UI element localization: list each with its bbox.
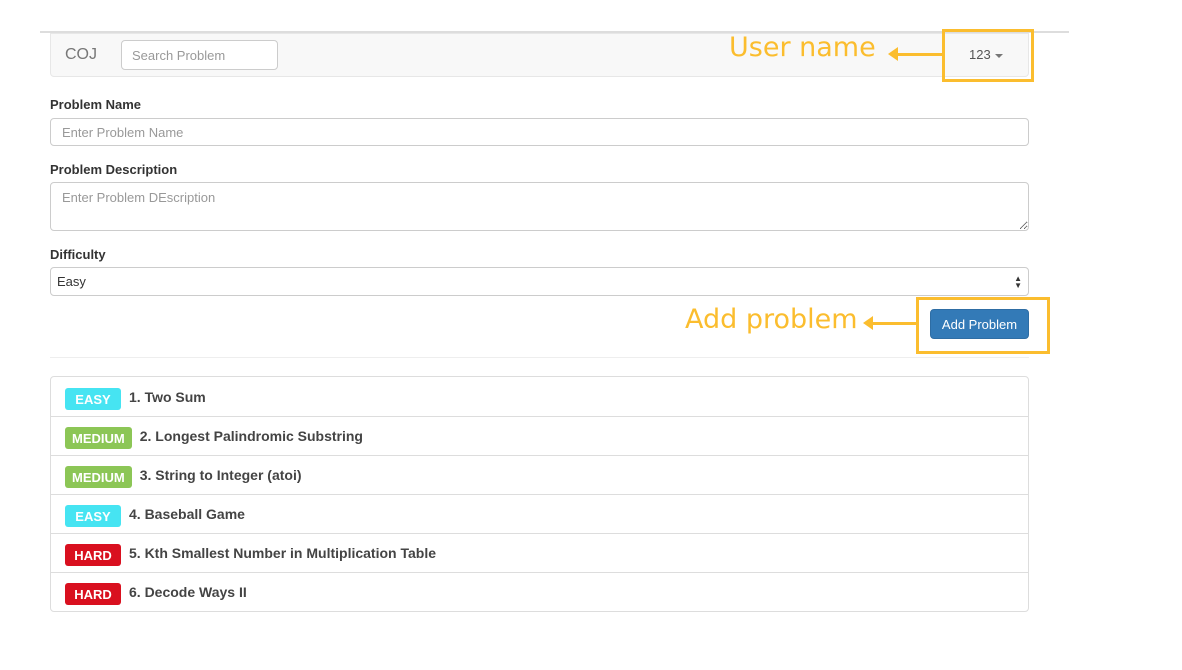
problem-title[interactable]: 2. Longest Palindromic Substring — [140, 428, 363, 444]
difficulty-badge: EASY — [65, 387, 121, 410]
annotation-highlight-box — [916, 297, 1050, 354]
problem-list: EASY 1. Two Sum MEDIUM 2. Longest Palindrom… — [50, 376, 1029, 612]
problem-row[interactable]: EASY 1. Two Sum — [51, 377, 1028, 416]
navbar: COJ 123 — [50, 33, 1029, 77]
annotation-user-name: User name — [729, 32, 876, 63]
problem-row[interactable]: MEDIUM 3. String to Integer (atoi) — [51, 455, 1028, 494]
difficulty-label: Difficulty — [50, 247, 106, 262]
problem-title[interactable]: 6. Decode Ways II — [129, 584, 247, 600]
problem-row[interactable]: EASY 4. Baseball Game — [51, 494, 1028, 533]
annotation-add-problem: Add problem — [685, 304, 858, 335]
problem-name-label: Problem Name — [50, 97, 142, 112]
difficulty-badge: MEDIUM — [65, 466, 132, 488]
problem-description-input[interactable] — [50, 182, 1029, 231]
problem-title[interactable]: 4. Baseball Game — [129, 506, 245, 522]
select-arrows-icon: ▲ ▼ — [1014, 273, 1022, 290]
problem-description-label: Problem Description — [50, 162, 178, 177]
difficulty-badge: HARD — [65, 583, 121, 605]
problem-row[interactable]: MEDIUM 2. Longest Palindromic Substring — [51, 416, 1028, 455]
annotation-arrow-icon — [863, 316, 916, 330]
difficulty-badge: MEDIUM — [65, 427, 132, 449]
difficulty-badge: HARD — [65, 544, 121, 566]
difficulty-select[interactable]: Easy ▲ ▼ — [50, 267, 1029, 296]
difficulty-badge: EASY — [65, 505, 121, 527]
annotation-arrow-icon — [888, 47, 942, 61]
search-input[interactable] — [121, 40, 278, 70]
divider — [50, 357, 1029, 358]
problem-name-input[interactable] — [50, 118, 1029, 146]
problem-title[interactable]: 5. Kth Smallest Number in Multiplication… — [129, 545, 436, 561]
problem-row[interactable]: HARD 5. Kth Smallest Number in Multiplica… — [51, 533, 1028, 572]
problem-title[interactable]: 1. Two Sum — [129, 389, 206, 405]
problem-title[interactable]: 3. String to Integer (atoi) — [140, 467, 302, 483]
annotation-highlight-box — [942, 29, 1034, 82]
problem-row[interactable]: HARD 6. Decode Ways II — [51, 572, 1028, 611]
difficulty-value: Easy — [57, 274, 86, 289]
brand[interactable]: COJ — [65, 46, 97, 64]
